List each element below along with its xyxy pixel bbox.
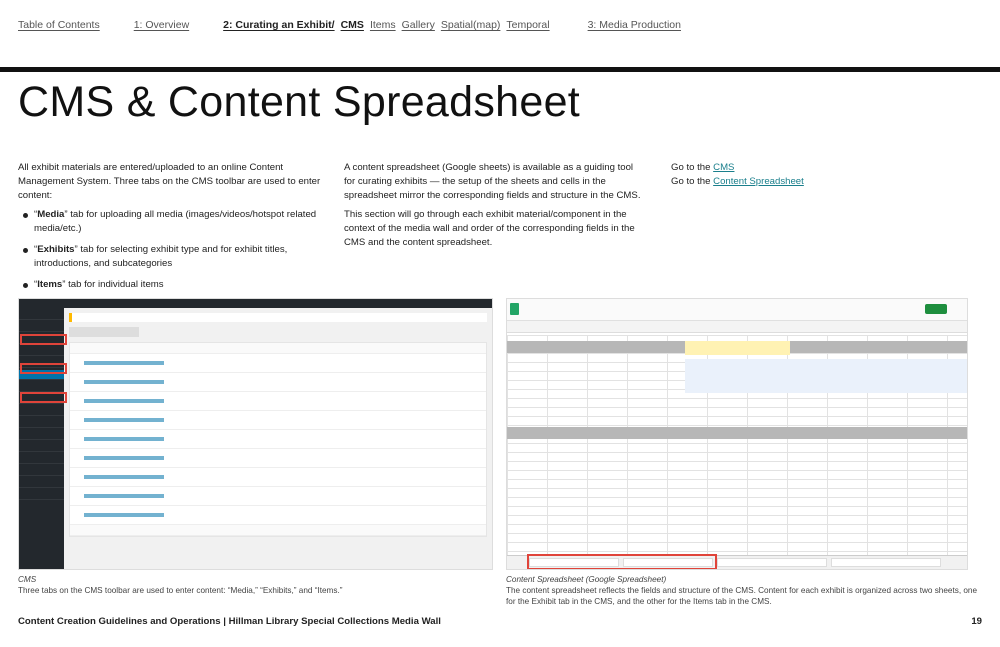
cms-caption: CMS Three tabs on the CMS toolbar are us… bbox=[18, 574, 488, 596]
list-item-exhibits: “Exhibits” tab for selecting exhibit typ… bbox=[18, 243, 328, 271]
spreadsheet-caption-title: Content Spreadsheet (Google Spreadsheet) bbox=[506, 575, 667, 584]
nav-link-overview[interactable]: 1: Overview bbox=[134, 19, 189, 33]
page-title: CMS & Content Spreadsheet bbox=[18, 78, 581, 126]
nav-link-gallery[interactable]: Gallery bbox=[402, 19, 435, 33]
intro-column: All exhibit materials are entered/upload… bbox=[18, 161, 328, 299]
spreadsheet-link-line: Go to the Content Spreadsheet bbox=[671, 176, 804, 187]
spreadsheet-intro-text: A content spreadsheet (Google sheets) is… bbox=[344, 162, 641, 201]
cms-caption-title: CMS bbox=[18, 575, 37, 584]
cms-intro-text: All exhibit materials are entered/upload… bbox=[18, 162, 321, 201]
cms-caption-text: Three tabs on the CMS toolbar are used t… bbox=[18, 586, 343, 595]
sheet-tabs-highlight bbox=[527, 554, 717, 569]
media-tab-highlight bbox=[20, 334, 67, 345]
nav-link-items[interactable]: Items bbox=[370, 19, 396, 33]
nav-link-media-production[interactable]: 3: Media Production bbox=[588, 19, 681, 33]
top-navigation: Table of Contents 1: Overview 2: Curatin… bbox=[18, 19, 681, 33]
nav-link-curating-an-exhibit[interactable]: 2: Curating an Exhibit/ bbox=[223, 19, 334, 33]
spreadsheet-column: A content spreadsheet (Google sheets) is… bbox=[344, 161, 644, 255]
cms-link[interactable]: CMS bbox=[713, 162, 734, 173]
nav-link-temporal[interactable]: Temporal bbox=[506, 19, 549, 33]
list-item-media: “Media” tab for uploading all media (ima… bbox=[18, 208, 328, 236]
nav-link-cms[interactable]: CMS bbox=[341, 19, 364, 33]
cms-sidebar bbox=[19, 308, 64, 569]
items-tab-highlight bbox=[20, 392, 67, 403]
section-intro-text: This section will go through each exhibi… bbox=[344, 209, 635, 248]
spreadsheet-caption-text: The content spreadsheet reflects the fie… bbox=[506, 586, 978, 606]
spreadsheet-caption: Content Spreadsheet (Google Spreadsheet)… bbox=[506, 574, 984, 607]
exhibits-tab-highlight bbox=[20, 363, 67, 374]
footer-text: Content Creation Guidelines and Operatio… bbox=[18, 616, 441, 627]
header-divider bbox=[0, 67, 1000, 72]
links-column: Go to the CMS Go to the Content Spreadsh… bbox=[671, 161, 871, 189]
sheets-logo-icon bbox=[510, 303, 519, 315]
cms-screenshot bbox=[18, 298, 493, 570]
list-item-items: “Items” tab for individual items bbox=[18, 278, 328, 292]
cms-tab-list: “Media” tab for uploading all media (ima… bbox=[18, 208, 328, 292]
spreadsheet-screenshot bbox=[506, 298, 968, 570]
nav-link-spatial-map[interactable]: Spatial(map) bbox=[441, 19, 501, 33]
page-number: 19 bbox=[971, 616, 982, 627]
nav-link-table-of-contents[interactable]: Table of Contents bbox=[18, 19, 100, 33]
content-spreadsheet-link[interactable]: Content Spreadsheet bbox=[713, 176, 804, 187]
cms-link-line: Go to the CMS bbox=[671, 162, 735, 173]
